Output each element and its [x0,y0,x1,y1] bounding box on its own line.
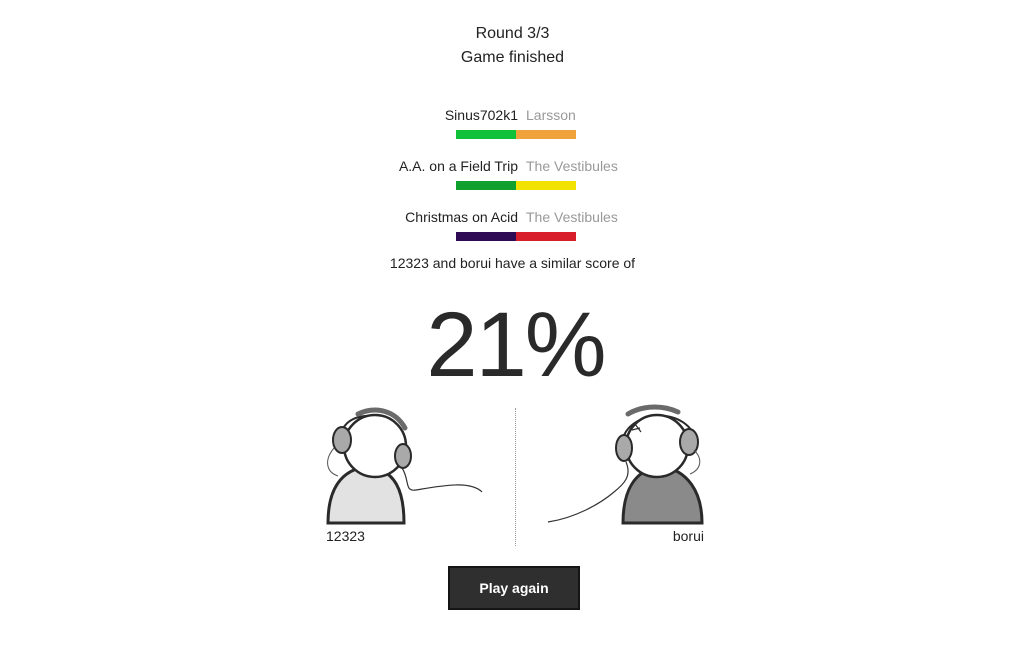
player-right-name: borui [672,528,704,544]
song-title: Sinus702k1 [444,107,518,123]
headphone-cable [401,467,483,493]
play-again-button[interactable]: Play again [448,566,580,610]
headphone-left-earcup [615,434,633,462]
track-row: Sinus702k1 Larsson [0,107,1025,149]
player-right-color-bar [516,181,576,190]
player-left-color-bar [456,232,516,241]
player-left-color-bar [456,130,516,139]
headphone-left-earcup [332,426,352,454]
game-status: Game finished [460,49,565,66]
player-left-head [342,413,408,479]
round-header: Round 3/3 Game finished [0,22,1025,70]
player-right-color-bar [516,232,576,241]
track-row: Christmas on Acid The Vestibules [0,209,1025,251]
listener-left-illustration [326,407,483,525]
artist-name: The Vestibules [526,209,618,225]
listener-right-illustration [547,404,704,525]
artist-name: Larsson [526,107,576,123]
headphone-cable [547,461,629,523]
player-right-color-bar [516,130,576,139]
track-row: A.A. on a Field Trip The Vestibules [0,158,1025,200]
player-right-hair [625,404,681,417]
player-left-color-bar [456,181,516,190]
player-divider [515,408,516,546]
similarity-text: 12323 and borui have a similar score of [389,255,636,271]
song-title: A.A. on a Field Trip [398,158,518,174]
round-counter: Round 3/3 [475,25,550,42]
similarity-score: 21% [426,294,606,396]
headphone-right-earcup [394,443,412,469]
player-left-name: 12323 [326,528,365,544]
artist-name: The Vestibules [526,158,618,174]
headphone-cable [327,447,339,477]
song-title: Christmas on Acid [405,209,518,225]
